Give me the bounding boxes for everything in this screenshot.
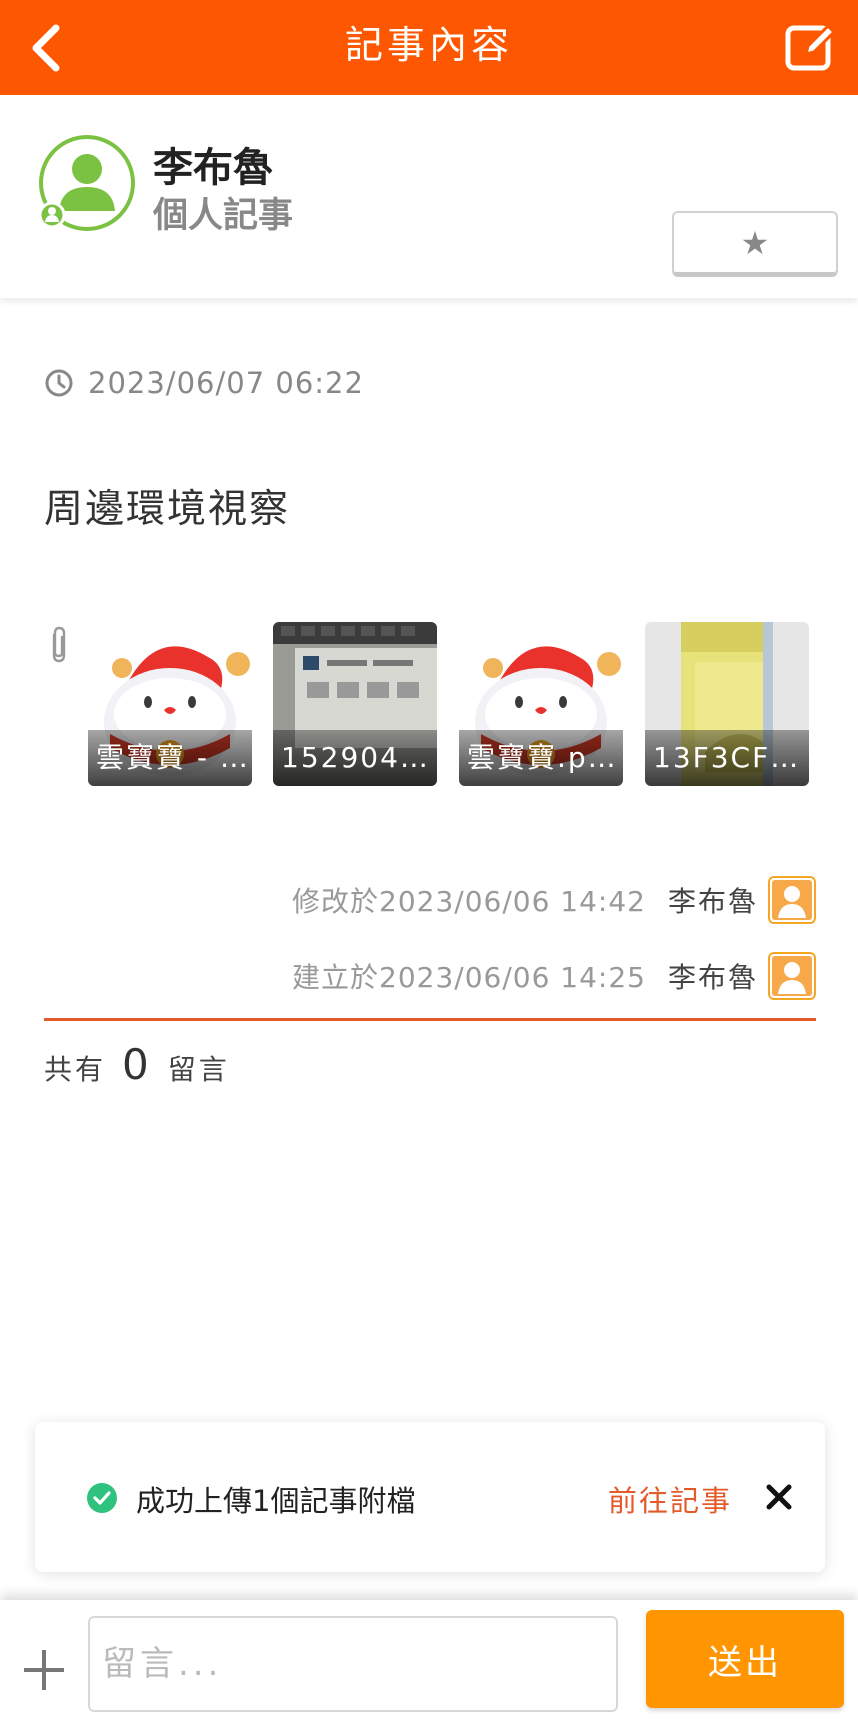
attachment-caption: 雲寶寶 - … (88, 730, 252, 786)
attachment-caption: 雲寶寶.p… (459, 730, 623, 786)
page-title: 記事內容 (344, 23, 513, 67)
top-bar: 記事內容 (0, 0, 858, 95)
comment-count-number: 0 (122, 1040, 152, 1089)
comment-count: 共有 0 留言 (44, 1040, 230, 1089)
comment-count-prefix: 共有 (44, 1053, 107, 1086)
created-by: 李布魯 (667, 961, 758, 994)
send-button[interactable]: 送出 (646, 1610, 844, 1708)
modified-info: 修改於2023/06/06 14:42 李布魯 (292, 876, 816, 924)
attachment-caption: 152904… (273, 730, 437, 786)
created-time: 建立於2023/06/06 14:25 (292, 961, 646, 994)
paperclip-icon (52, 626, 66, 663)
modified-by: 李布魯 (667, 885, 758, 918)
attachment-caption: 13F3CF… (645, 730, 809, 786)
attachment-thumbnail[interactable]: 雲寶寶 - … (88, 622, 252, 786)
section-divider (44, 1018, 816, 1021)
favorite-button[interactable]: ★ (672, 211, 838, 277)
attachment-thumbnail[interactable]: 雲寶寶.p… (459, 622, 623, 786)
go-to-note-link[interactable]: 前往記事 (608, 1478, 732, 1520)
close-icon[interactable] (762, 1480, 796, 1514)
avatar[interactable] (37, 133, 137, 233)
check-circle-icon (87, 1483, 117, 1513)
post-datetime: 2023/06/07 06:22 (44, 366, 364, 400)
author-name: 李布魯 (153, 145, 273, 191)
comment-input[interactable] (88, 1616, 618, 1712)
star-icon: ★ (740, 223, 770, 262)
datetime-text: 2023/06/07 06:22 (88, 366, 364, 400)
toast-message: 成功上傳1個記事附檔 (136, 1484, 416, 1518)
edit-icon[interactable] (784, 20, 838, 74)
attachment-thumbnail[interactable]: 13F3CF… (645, 622, 809, 786)
comment-count-suffix: 留言 (167, 1053, 230, 1086)
comment-composer: 送出 (0, 1600, 858, 1726)
notebook-type: 個人記事 (153, 196, 294, 236)
upload-success-toast: 成功上傳1個記事附檔 前往記事 (35, 1422, 825, 1572)
plus-icon[interactable] (22, 1648, 66, 1692)
attachment-thumbnail[interactable]: 152904… (273, 622, 437, 786)
user-avatar-icon[interactable] (768, 876, 816, 924)
modified-time: 修改於2023/06/06 14:42 (292, 885, 646, 918)
author-profile: 李布魯 個人記事 ★ (0, 95, 858, 298)
post-title: 周邊環境視察 (44, 487, 291, 532)
clock-icon (45, 369, 73, 397)
created-info: 建立於2023/06/06 14:25 李布魯 (292, 952, 816, 1000)
user-avatar-icon[interactable] (768, 952, 816, 1000)
